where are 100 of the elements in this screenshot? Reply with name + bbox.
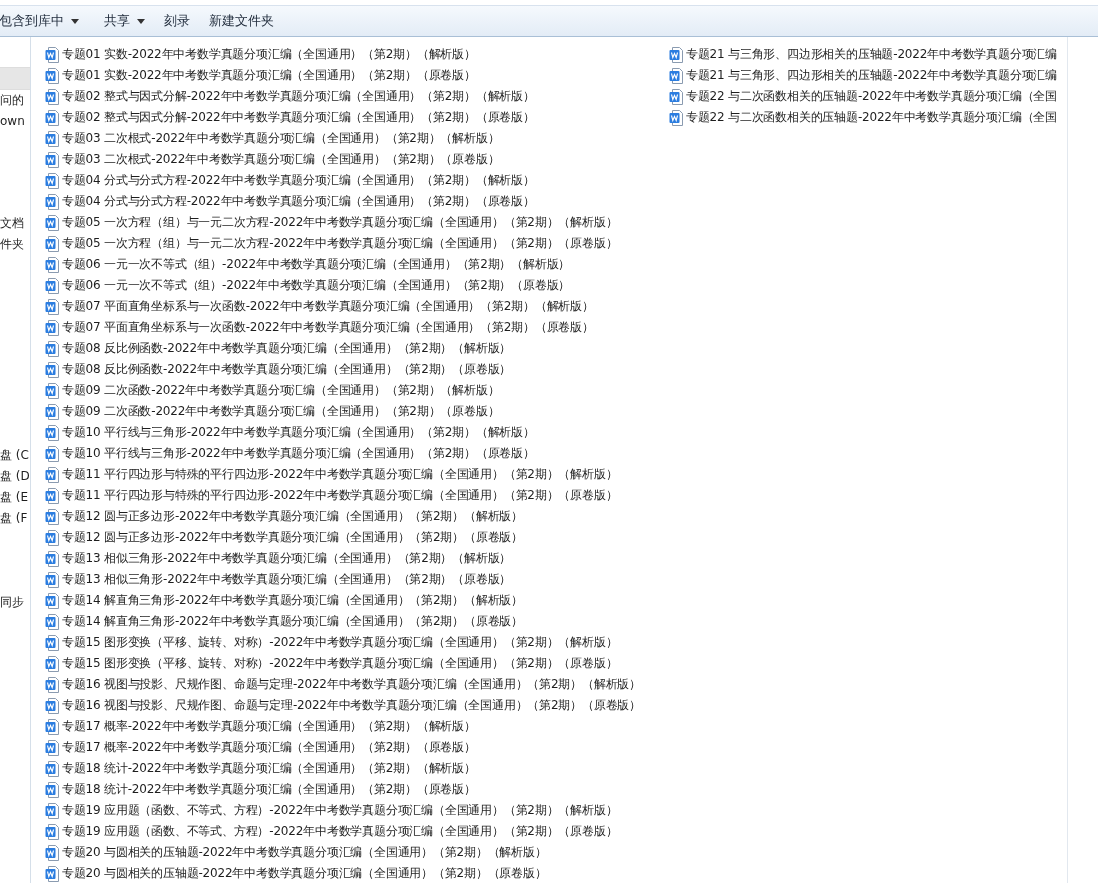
word-document-icon [45,67,59,84]
word-document-icon [669,109,683,126]
word-document-icon [45,109,59,126]
word-document-icon [45,802,59,819]
file-item[interactable]: 专题08 反比例函数-2022年中考数学真题分项汇编（全国通用）（第2期）（原卷版） [45,359,669,380]
nav-item[interactable]: 同步 [0,592,30,613]
file-item[interactable]: 专题17 概率-2022年中考数学真题分项汇编（全国通用）（第2期）（解析版） [45,716,669,737]
word-document-icon [45,592,59,609]
file-item[interactable]: 专题21 与三角形、四边形相关的压轴题-2022年中考数学真题分项汇编 [669,44,1067,65]
file-item[interactable]: 专题12 圆与正多边形-2022年中考数学真题分项汇编（全国通用）（第2期）（解析版） [45,506,669,527]
file-item[interactable]: 专题10 平行线与三角形-2022年中考数学真题分项汇编（全国通用）（第2期）（解析版） [45,422,669,443]
nav-item[interactable]: 问的 [0,90,30,111]
word-document-icon [45,46,59,63]
word-document-icon [45,613,59,630]
word-document-icon [45,319,59,336]
file-item[interactable]: 专题02 整式与因式分解-2022年中考数学真题分项汇编（全国通用）（第2期）（解析版） [45,86,669,107]
toolbar-button[interactable]: 共享 [104,8,157,34]
word-document-icon [45,676,59,693]
caret-icon [71,18,79,24]
file-item[interactable]: 专题05 一次方程（组）与一元二次方程-2022年中考数学真题分项汇编（全国通用）（第2期）（解析版） [45,212,669,233]
word-document-icon [45,151,59,168]
file-item[interactable]: 专题20 与圆相关的压轴题-2022年中考数学真题分项汇编（全国通用）（第2期）（原卷版） [45,863,669,883]
file-item[interactable]: 专题02 整式与因式分解-2022年中考数学真题分项汇编（全国通用）（第2期）（原卷版） [45,107,669,128]
file-item[interactable]: 专题14 解直角三角形-2022年中考数学真题分项汇编（全国通用）（第2期）（原卷版） [45,611,669,632]
file-item[interactable]: 专题20 与圆相关的压轴题-2022年中考数学真题分项汇编（全国通用）（第2期）（解析版） [45,842,669,863]
file-item[interactable]: 专题09 二次函数-2022年中考数学真题分项汇编（全国通用）（第2期）（原卷版） [45,401,669,422]
word-document-icon [45,403,59,420]
nav-item[interactable] [0,67,30,90]
file-item[interactable]: 专题04 分式与分式方程-2022年中考数学真题分项汇编（全国通用）（第2期）（解析版） [45,170,669,191]
file-item[interactable]: 专题12 圆与正多边形-2022年中考数学真题分项汇编（全国通用）（第2期）（原卷版） [45,527,669,548]
file-item[interactable]: 专题13 相似三角形-2022年中考数学真题分项汇编（全国通用）（第2期）（解析版） [45,548,669,569]
word-document-icon [669,88,683,105]
word-document-icon [45,718,59,735]
file-item[interactable]: 专题14 解直角三角形-2022年中考数学真题分项汇编（全国通用）（第2期）（解析版） [45,590,669,611]
file-item[interactable]: 专题07 平面直角坐标系与一次函数-2022年中考数学真题分项汇编（全国通用）（第2期）（原卷版） [45,317,669,338]
word-document-icon [45,214,59,231]
word-document-icon [45,88,59,105]
file-item[interactable]: 专题06 一元一次不等式（组）-2022年中考数学真题分项汇编（全国通用）（第2期）（原卷版） [45,275,669,296]
file-item[interactable]: 专题18 统计-2022年中考数学真题分项汇编（全国通用）（第2期）（原卷版） [45,779,669,800]
word-document-icon [45,760,59,777]
nav-item[interactable]: 盘 (C [0,445,30,466]
word-document-icon [45,739,59,756]
file-item[interactable]: 专题22 与二次函数相关的压轴题-2022年中考数学真题分项汇编（全国 [669,107,1067,128]
file-item[interactable]: 专题19 应用题（函数、不等式、方程）-2022年中考数学真题分项汇编（全国通用）（第2期）（原卷版） [45,821,669,842]
word-document-icon [45,697,59,714]
file-item[interactable]: 专题03 二次根式-2022年中考数学真题分项汇编（全国通用）（第2期）（解析版） [45,128,669,149]
file-item[interactable]: 专题17 概率-2022年中考数学真题分项汇编（全国通用）（第2期）（原卷版） [45,737,669,758]
nav-item[interactable]: own [0,111,30,132]
caret-icon [137,18,145,24]
word-document-icon [45,235,59,252]
file-item[interactable]: 专题03 二次根式-2022年中考数学真题分项汇编（全国通用）（第2期）（原卷版） [45,149,669,170]
nav-item[interactable]: 件夹 [0,234,30,255]
file-item[interactable]: 专题16 视图与投影、尺规作图、命题与定理-2022年中考数学真题分项汇编（全国通用）（第2期）（原卷版） [45,695,669,716]
file-item[interactable]: 专题09 二次函数-2022年中考数学真题分项汇编（全国通用）（第2期）（解析版） [45,380,669,401]
word-document-icon [669,67,683,84]
word-document-icon [45,844,59,861]
word-document-icon [669,46,683,63]
file-item[interactable]: 专题19 应用题（函数、不等式、方程）-2022年中考数学真题分项汇编（全国通用）（第2期）（解析版） [45,800,669,821]
word-document-icon [45,256,59,273]
word-document-icon [45,466,59,483]
file-item[interactable]: 专题11 平行四边形与特殊的平行四边形-2022年中考数学真题分项汇编（全国通用）（第2期）（解析版） [45,464,669,485]
nav-item[interactable]: 盘 (F [0,508,30,529]
word-document-icon [45,340,59,357]
word-document-icon [45,298,59,315]
file-item[interactable]: 专题15 图形变换（平移、旋转、对称）-2022年中考数学真题分项汇编（全国通用）（第2期）（解析版） [45,632,669,653]
word-document-icon [45,508,59,525]
file-item[interactable]: 专题01 实数-2022年中考数学真题分项汇编（全国通用）（第2期）（解析版） [45,44,669,65]
file-item[interactable]: 专题16 视图与投影、尺规作图、命题与定理-2022年中考数学真题分项汇编（全国通用）（第2期）（解析版） [45,674,669,695]
file-item[interactable]: 专题15 图形变换（平移、旋转、对称）-2022年中考数学真题分项汇编（全国通用）（第2期）（原卷版） [45,653,669,674]
word-document-icon [45,781,59,798]
file-item[interactable]: 专题05 一次方程（组）与一元二次方程-2022年中考数学真题分项汇编（全国通用）（第2期）（原卷版） [45,233,669,254]
nav-item[interactable]: 文档 [0,213,30,234]
file-item[interactable]: 专题01 实数-2022年中考数学真题分项汇编（全国通用）（第2期）（原卷版） [45,65,669,86]
file-item[interactable]: 专题11 平行四边形与特殊的平行四边形-2022年中考数学真题分项汇编（全国通用）（第2期）（原卷版） [45,485,669,506]
file-item[interactable]: 专题18 统计-2022年中考数学真题分项汇编（全国通用）（第2期）（解析版） [45,758,669,779]
word-document-icon [45,361,59,378]
word-document-icon [45,487,59,504]
word-document-icon [45,130,59,147]
nav-item[interactable]: 盘 (E [0,487,30,508]
file-item[interactable]: 专题22 与二次函数相关的压轴题-2022年中考数学真题分项汇编（全国 [669,86,1067,107]
file-item[interactable]: 专题08 反比例函数-2022年中考数学真题分项汇编（全国通用）（第2期）（解析版） [45,338,669,359]
word-document-icon [45,382,59,399]
word-document-icon [45,172,59,189]
word-document-icon [45,655,59,672]
word-document-icon [45,193,59,210]
word-document-icon [45,277,59,294]
file-item[interactable]: 专题06 一元一次不等式（组）-2022年中考数学真题分项汇编（全国通用）（第2期）（解析版） [45,254,669,275]
toolbar-button[interactable]: 刻录 [164,8,202,34]
word-document-icon [45,823,59,840]
word-document-icon [45,529,59,546]
file-item[interactable]: 专题13 相似三角形-2022年中考数学真题分项汇编（全国通用）（第2期）（原卷版） [45,569,669,590]
file-item[interactable]: 专题10 平行线与三角形-2022年中考数学真题分项汇编（全国通用）（第2期）（原卷版） [45,443,669,464]
file-item[interactable]: 专题04 分式与分式方程-2022年中考数学真题分项汇编（全国通用）（第2期）（原卷版） [45,191,669,212]
file-item[interactable]: 专题21 与三角形、四边形相关的压轴题-2022年中考数学真题分项汇编 [669,65,1067,86]
toolbar-button[interactable]: 新建文件夹 [209,8,286,34]
file-item[interactable]: 专题07 平面直角坐标系与一次函数-2022年中考数学真题分项汇编（全国通用）（第2期）（解析版） [45,296,669,317]
word-document-icon [45,445,59,462]
nav-item[interactable]: 盘 (D [0,466,30,487]
word-document-icon [45,550,59,567]
word-document-icon [45,424,59,441]
